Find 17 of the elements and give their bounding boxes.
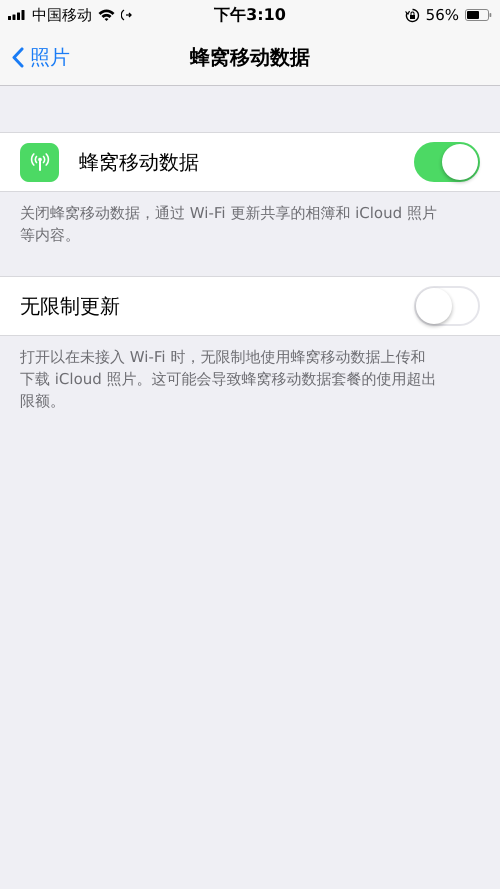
chevron-icon bbox=[12, 47, 24, 68]
rotation-lock-icon bbox=[404, 8, 420, 22]
back-button[interactable]: 照片 bbox=[0, 44, 70, 71]
signal-icon bbox=[8, 10, 26, 20]
row-label: 无限制更新 bbox=[20, 292, 121, 320]
row-label: 蜂窝移动数据 bbox=[79, 148, 200, 176]
wifi-icon bbox=[98, 9, 115, 21]
section-footer: 关闭蜂窝移动数据，通过 Wi-Fi 更新共享的相簿和 iCloud 照片等内容。 bbox=[0, 192, 500, 246]
antenna-icon bbox=[20, 142, 59, 182]
section-footer: 打开以在未接入 Wi-Fi 时，无限制地使用蜂窝移动数据上传和下载 iCloud 照片。这可能会导致蜂窝移动数据套餐的使用超出限额。 bbox=[0, 336, 500, 412]
status-time: 下午3:10 bbox=[214, 4, 286, 26]
page-title: 蜂窝移动数据 bbox=[190, 44, 310, 71]
activity-icon bbox=[121, 9, 133, 21]
battery-icon bbox=[465, 9, 492, 21]
carrier-name: 中国移动 bbox=[32, 6, 92, 24]
toggle-switch[interactable] bbox=[414, 142, 480, 182]
battery-percent: 56% bbox=[426, 6, 459, 24]
